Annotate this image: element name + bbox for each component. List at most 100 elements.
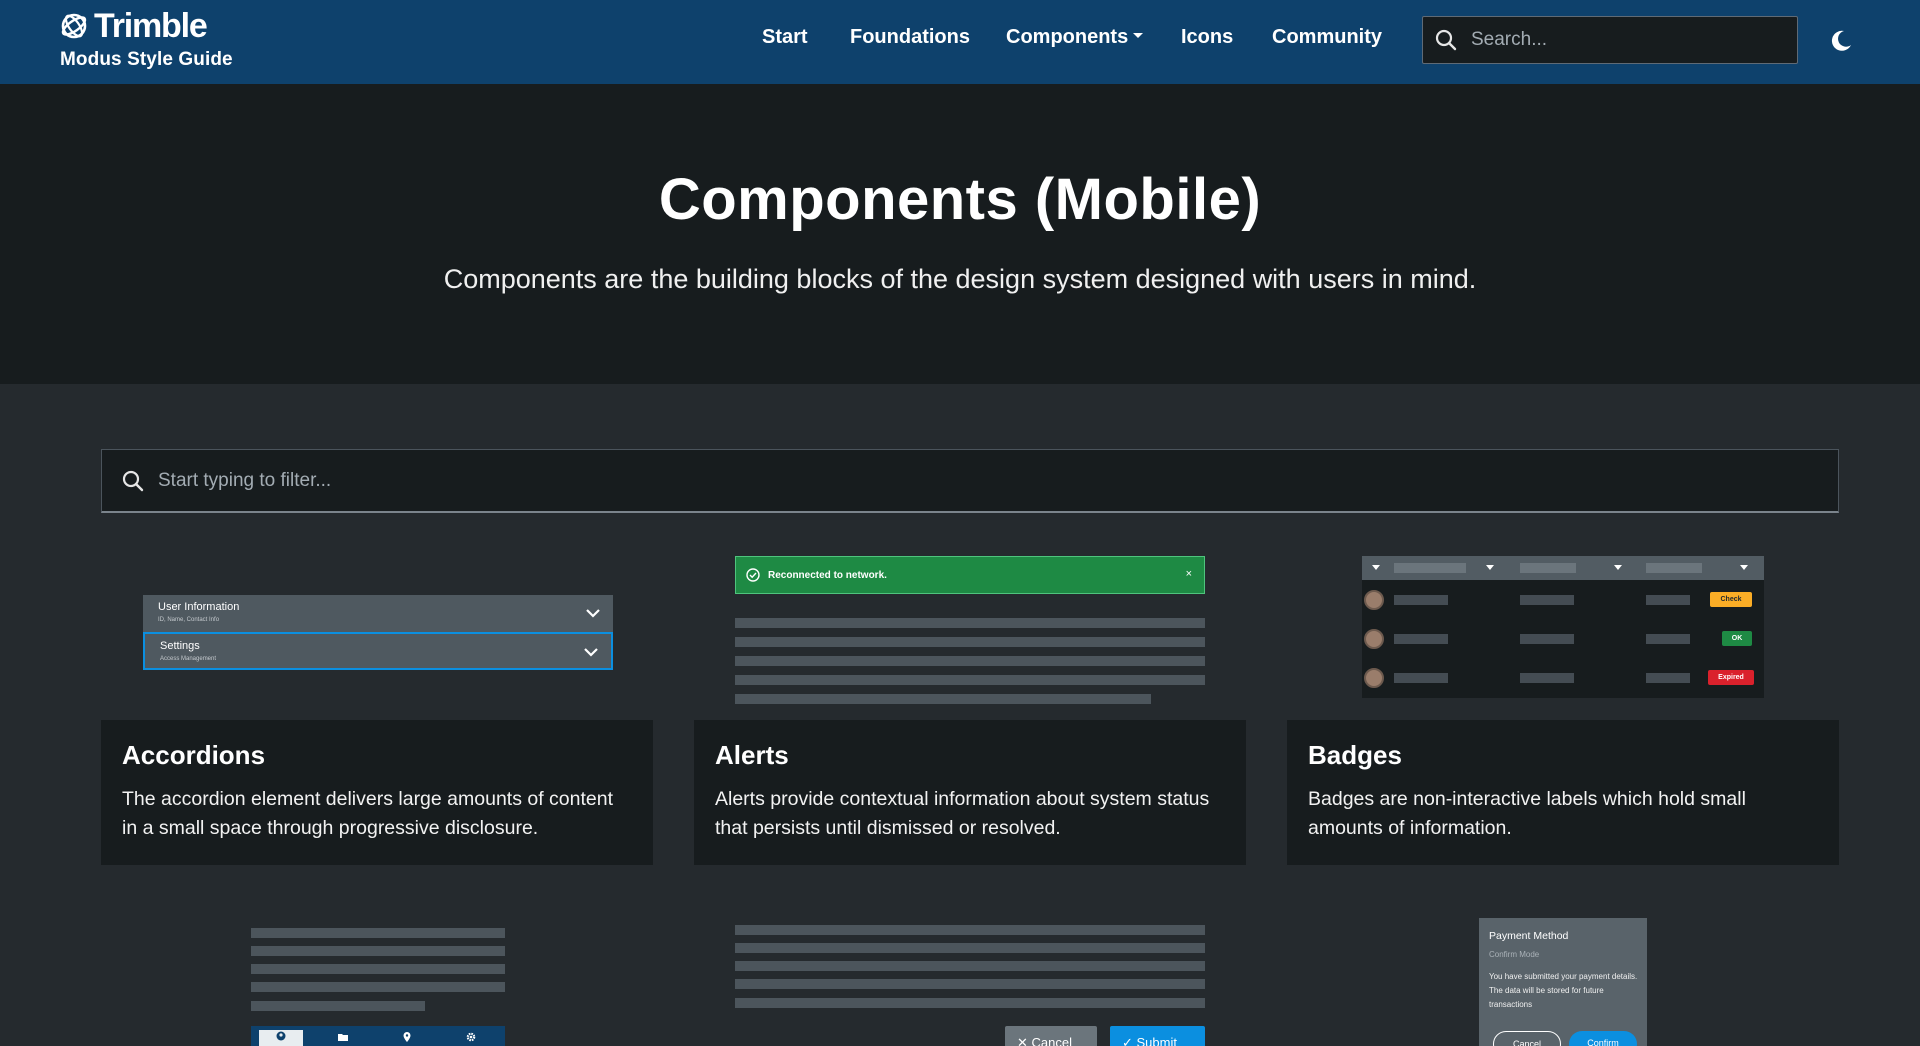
card-bottom-navigation[interactable] <box>101 910 653 1046</box>
nav-link-components-label: Components <box>1006 26 1129 48</box>
gear-icon <box>466 1032 476 1042</box>
placeholder-bar <box>1394 563 1466 573</box>
filter-input[interactable] <box>158 469 758 492</box>
close-icon: ✕ <box>1017 1035 1032 1046</box>
accordion-item-title: User Information <box>158 601 240 613</box>
brand-subtitle: Modus Style Guide <box>60 49 233 70</box>
placeholder-line <box>735 637 1205 647</box>
hero-section: Components (Mobile) Components are the b… <box>0 84 1920 384</box>
badges-preview: Check OK Expired <box>1287 550 1839 720</box>
trimble-globe-icon <box>61 13 87 39</box>
card-description: Badges are non-interactive labels which … <box>1308 788 1746 839</box>
card-body: Alerts Alerts provide contextual informa… <box>694 720 1246 865</box>
preview-submit-button: ✓ Submit <box>1110 1026 1205 1046</box>
accordion-item-subtitle: Access Management <box>160 656 217 662</box>
moon-icon[interactable] <box>1828 28 1854 54</box>
caret-down-icon <box>1486 565 1494 570</box>
page-title: Components (Mobile) <box>658 167 1262 232</box>
nav-link-start[interactable]: Start <box>762 26 808 49</box>
placeholder-line <box>735 998 1205 1008</box>
caret-down-icon <box>1372 565 1380 570</box>
filter-box <box>101 449 1839 513</box>
status-badge: Check <box>1710 592 1752 607</box>
accordion-item-title: Settings <box>160 640 200 652</box>
folder-icon <box>338 1034 348 1041</box>
status-badge: OK <box>1722 631 1752 646</box>
nav-link-components[interactable]: Components <box>1006 26 1144 49</box>
placeholder-line <box>735 961 1205 971</box>
placeholder-bar <box>1646 634 1690 644</box>
alert-preview: Reconnected to network. × <box>735 556 1205 594</box>
check-circle-icon <box>746 568 760 582</box>
alert-message: Reconnected to network. <box>768 569 887 581</box>
search-icon <box>122 470 144 491</box>
accordions-preview: User Information ID, Name, Contact Info … <box>101 550 653 720</box>
top-navbar: Trimble Modus Style Guide Start Foundati… <box>0 0 1920 84</box>
placeholder-line <box>735 943 1205 953</box>
preview-submit-label: Submit <box>1136 1035 1177 1046</box>
placeholder-bar <box>1394 634 1448 644</box>
caret-down-icon <box>1133 33 1144 39</box>
card-title: Accordions <box>122 740 266 770</box>
placeholder-bar <box>1520 595 1574 605</box>
placeholder-bar <box>1520 673 1574 683</box>
accordion-item-subtitle: ID, Name, Contact Info <box>158 617 220 623</box>
placeholder-bar <box>1394 673 1448 683</box>
alerts-preview: Reconnected to network. × <box>694 550 1246 720</box>
placeholder-bar <box>1394 595 1448 605</box>
card-body: Badges Badges are non-interactive labels… <box>1287 720 1839 865</box>
placeholder-line <box>735 694 1151 704</box>
placeholder-bar <box>1646 673 1690 683</box>
placeholder-line <box>251 946 505 956</box>
placeholder-line <box>251 982 505 992</box>
placeholder-line <box>735 979 1205 989</box>
placeholder-line <box>735 925 1205 935</box>
avatar <box>1364 668 1384 688</box>
tab-bar-preview <box>251 1026 505 1046</box>
card-buttons[interactable]: ✕ Cancel ✓ Submit <box>694 910 1246 1046</box>
check-icon: ✓ <box>1122 1035 1137 1046</box>
placeholder-line <box>735 618 1205 628</box>
card-description: The accordion element delivers large amo… <box>122 788 614 839</box>
avatar <box>1364 590 1384 610</box>
placeholder-bar <box>1520 634 1574 644</box>
card-title: Alerts <box>715 740 789 770</box>
nav-search-box <box>1422 16 1798 64</box>
brand-logo-link[interactable]: Trimble Modus Style Guide <box>60 8 233 71</box>
card-body: Accordions The accordion element deliver… <box>101 720 653 865</box>
modal-preview: Payment Method Confirm Mode You have sub… <box>1479 918 1647 1046</box>
map-pin-icon <box>403 1032 411 1042</box>
placeholder-line <box>251 1001 425 1011</box>
brand-name: Trimble <box>94 7 208 45</box>
card-title: Badges <box>1308 740 1402 770</box>
placeholder-line <box>251 928 505 938</box>
caret-down-icon <box>1614 565 1622 570</box>
nav-link-foundations[interactable]: Foundations <box>850 26 970 49</box>
modal-confirm-button: Confirm <box>1569 1031 1637 1046</box>
caret-down-icon <box>1740 565 1748 570</box>
placeholder-bar <box>1646 563 1702 573</box>
card-modals[interactable]: Payment Method Confirm Mode You have sub… <box>1287 918 1839 1046</box>
search-icon <box>1435 29 1457 51</box>
placeholder-line <box>735 656 1205 666</box>
status-badge: Expired <box>1708 670 1754 685</box>
chevron-down-icon <box>586 609 600 618</box>
placeholder-line <box>251 964 505 974</box>
placeholder-line <box>735 675 1205 685</box>
modal-cancel-button: Cancel <box>1493 1031 1561 1046</box>
modal-title: Payment Method <box>1489 930 1569 942</box>
nav-link-community[interactable]: Community <box>1272 26 1382 49</box>
preview-cancel-label: Cancel <box>1031 1035 1072 1046</box>
table-header <box>1362 556 1764 580</box>
close-icon: × <box>1185 568 1192 580</box>
page-subtitle: Components are the building blocks of th… <box>443 264 1477 294</box>
accordion-preview-item: User Information ID, Name, Contact Info <box>143 595 613 633</box>
accordion-preview-item: Settings Access Management <box>143 632 613 670</box>
modal-subtitle: Confirm Mode <box>1489 950 1540 959</box>
placeholder-bar <box>1520 563 1576 573</box>
nav-search-input[interactable] <box>1471 29 1771 51</box>
badge-table-preview: Check OK Expired <box>1362 556 1764 698</box>
nav-link-icons[interactable]: Icons <box>1181 26 1233 49</box>
avatar <box>1364 629 1384 649</box>
user-icon <box>276 1031 286 1041</box>
